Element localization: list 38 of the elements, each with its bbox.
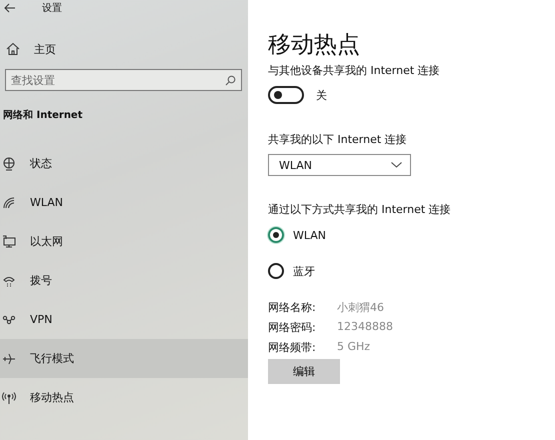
sidebar-item[interactable]: 移动热点	[0, 378, 248, 417]
source-label: 共享我的以下 Internet 连接	[268, 132, 408, 147]
back-icon[interactable]	[4, 3, 16, 13]
sidebar-item[interactable]: 飞行模式	[0, 339, 248, 378]
sidebar-item[interactable]: WLAN	[0, 183, 248, 222]
sidebar-item[interactable]: VPN	[0, 300, 248, 339]
home-icon	[6, 42, 20, 56]
chevron-down-icon	[391, 162, 402, 168]
info-label: 网络名称:	[268, 300, 317, 315]
airplane-icon	[2, 352, 16, 366]
connection-dropdown[interactable]: WLAN	[268, 154, 411, 176]
info-label: 网络频带:	[268, 340, 317, 355]
radio-option[interactable]: 蓝牙	[268, 253, 555, 289]
info-value: 5 GHz	[337, 340, 370, 355]
info-value: 小刺猬46	[337, 300, 384, 315]
globe-icon	[2, 156, 16, 170]
section-heading: 网络和 Internet	[3, 108, 84, 122]
wifi-icon	[2, 196, 16, 210]
toggle-label: 关	[316, 88, 327, 102]
home-link[interactable]: 主页	[0, 40, 248, 58]
radio-circle[interactable]	[268, 263, 284, 279]
toggle-switch[interactable]	[268, 86, 304, 104]
sidebar-item[interactable]: 以太网	[0, 222, 248, 261]
method-label: 通过以下方式共享我的 Internet 连接	[268, 202, 452, 217]
info-value: 12348888	[337, 320, 393, 335]
radio-option[interactable]: WLAN	[268, 217, 555, 253]
search-field[interactable]: 查找设置	[5, 69, 242, 91]
edit-button[interactable]: 编辑	[268, 359, 340, 384]
sidebar-item[interactable]: 状态	[0, 144, 248, 183]
share-label: 与其他设备共享我的 Internet 连接	[268, 63, 441, 78]
info-label: 网络密码:	[268, 320, 317, 335]
radio-circle[interactable]	[268, 227, 284, 243]
sidebar-item[interactable]: 拨号	[0, 261, 248, 300]
search-icon	[225, 75, 236, 86]
page-title: 移动热点	[268, 31, 361, 60]
monitor-icon	[2, 234, 16, 248]
hotspot-icon	[2, 390, 16, 404]
window-title: 设置	[42, 2, 62, 15]
